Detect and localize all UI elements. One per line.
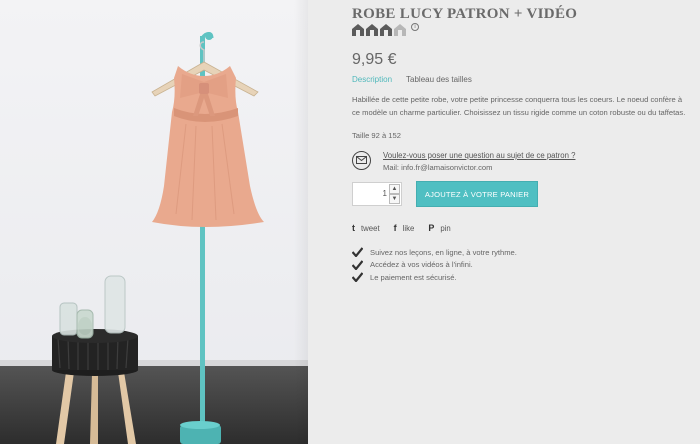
share-tweet[interactable]: t tweet [352,223,380,233]
info-icon[interactable]: i [411,23,419,31]
contact-email: Mail: info.fr@lamaisonvictor.com [383,163,493,172]
tab-size-chart[interactable]: Tableau des tailles [406,75,472,84]
house-empty-icon [394,24,406,36]
list-item: Le paiement est sécurisé. [352,271,517,284]
mail-icon [352,151,371,170]
quantity-stepper[interactable]: 1 ▲ ▼ [352,182,402,206]
list-item: Suivez nos leçons, en ligne, à votre ryt… [352,246,517,259]
share-pin[interactable]: P pin [428,223,450,233]
share-label: pin [440,223,451,233]
checkmark-icon [352,260,363,270]
facebook-icon: f [393,223,397,233]
product-price: 9,95 € [352,51,397,68]
checkmark-icon [352,247,363,258]
twitter-icon: t [352,223,355,233]
house-icon [366,24,378,36]
share-label: like [402,223,415,233]
share-links: t tweet f like P pin [352,223,465,233]
stool-leg [118,372,136,444]
share-label: tweet [361,223,380,233]
size-range: Taille 92 à 152 [352,131,401,140]
checkmark-icon [352,272,363,283]
difficulty-rating [352,24,406,36]
product-photo [0,0,308,444]
pinterest-icon: P [428,223,435,233]
quantity-down-button[interactable]: ▼ [389,194,400,204]
ask-question-link[interactable]: Voulez-vous poser une question au sujet … [383,151,575,160]
benefit-text: Suivez nos leçons, en ligne, à votre ryt… [370,247,517,257]
question-block: Voulez-vous poser une question au sujet … [352,150,652,180]
wall-shadow [294,0,308,444]
quantity-up-button[interactable]: ▲ [389,184,400,194]
product-description: Habillée de cette petite robe, votre pet… [352,95,686,117]
stool-leg [56,372,74,444]
benefit-text: Accédez à vos vidéos à l'infini. [370,260,473,270]
tab-description[interactable]: Description [352,75,392,84]
benefit-text: Le paiement est sécurisé. [370,272,457,282]
add-to-cart-button[interactable]: AJOUTEZ À VOTRE PANIER [416,181,538,207]
photo-scene [52,32,264,444]
quantity-input[interactable]: 1 [353,189,387,198]
product-tabs: Description Tableau des tailles [352,75,472,84]
share-like[interactable]: f like [394,223,415,233]
product-title: ROBE LUCY PATRON + VIDÉO [352,6,578,22]
stool-leg [90,374,98,444]
stool-seat [52,329,138,376]
house-icon [380,24,392,36]
house-icon [352,24,364,36]
list-item: Accédez à vos vidéos à l'infini. [352,259,517,272]
benefits-list: Suivez nos leçons, en ligne, à votre ryt… [352,246,517,284]
glass-vases [59,275,126,339]
